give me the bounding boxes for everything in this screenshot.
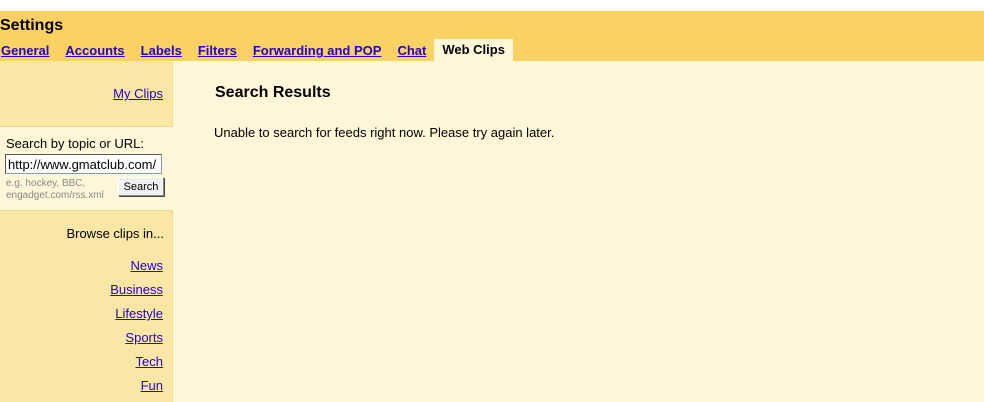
- category-link-fun[interactable]: Fun: [110, 374, 163, 398]
- category-link-news[interactable]: News: [110, 254, 163, 278]
- search-results-title: Search Results: [215, 84, 331, 101]
- settings-tabs: General Accounts Labels Filters Forwardi…: [0, 39, 513, 61]
- my-clips-link[interactable]: My Clips: [113, 86, 163, 101]
- settings-page: Settings General Accounts Labels Filters…: [0, 0, 984, 402]
- category-link-sports[interactable]: Sports: [110, 326, 163, 350]
- search-results-message: Unable to search for feeds right now. Pl…: [214, 125, 555, 140]
- search-button[interactable]: Search: [118, 177, 164, 196]
- my-clips-panel: My Clips: [0, 61, 173, 127]
- category-link-lifestyle[interactable]: Lifestyle: [110, 302, 163, 326]
- tab-accounts[interactable]: Accounts: [65, 41, 124, 61]
- tab-filters[interactable]: Filters: [198, 41, 237, 61]
- search-input[interactable]: [5, 154, 162, 174]
- tab-general[interactable]: General: [1, 41, 49, 61]
- tab-labels[interactable]: Labels: [141, 41, 182, 61]
- tab-forwarding-and-pop[interactable]: Forwarding and POP: [253, 41, 382, 61]
- category-link-tech[interactable]: Tech: [110, 350, 163, 374]
- search-hint: e.g. hockey, BBC, engadget.com/rss.xml: [6, 178, 104, 201]
- category-link-business[interactable]: Business: [110, 278, 163, 302]
- page-title: Settings: [0, 17, 64, 34]
- settings-header: Settings General Accounts Labels Filters…: [0, 11, 984, 61]
- tab-web-clips[interactable]: Web Clips: [434, 39, 513, 61]
- browse-title: Browse clips in...: [66, 226, 164, 241]
- browse-category-list: News Business Lifestyle Sports Tech Fun: [110, 254, 163, 398]
- search-label: Search by topic or URL:: [6, 136, 145, 151]
- browse-clips-panel: Browse clips in... News Business Lifesty…: [0, 210, 173, 402]
- tab-chat[interactable]: Chat: [397, 41, 426, 61]
